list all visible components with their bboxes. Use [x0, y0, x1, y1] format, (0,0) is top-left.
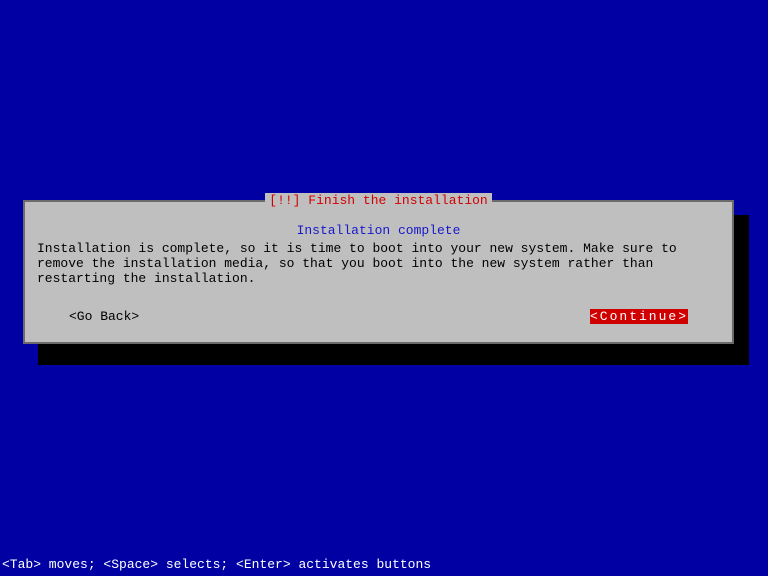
finish-installation-dialog: [!!] Finish the installation Installatio… — [23, 200, 734, 344]
go-back-button[interactable]: <Go Back> — [69, 309, 139, 324]
dialog-title-row: [!!] Finish the installation — [25, 193, 732, 207]
dialog-subtitle: Installation complete — [25, 223, 732, 238]
continue-button[interactable]: <Continue> — [590, 309, 688, 324]
dialog-title: [!!] Finish the installation — [265, 193, 491, 208]
dialog-body-text: Installation is complete, so it is time … — [25, 238, 732, 287]
dialog-button-row: <Go Back> <Continue> — [25, 287, 732, 342]
help-bar: <Tab> moves; <Space> selects; <Enter> ac… — [2, 557, 431, 572]
